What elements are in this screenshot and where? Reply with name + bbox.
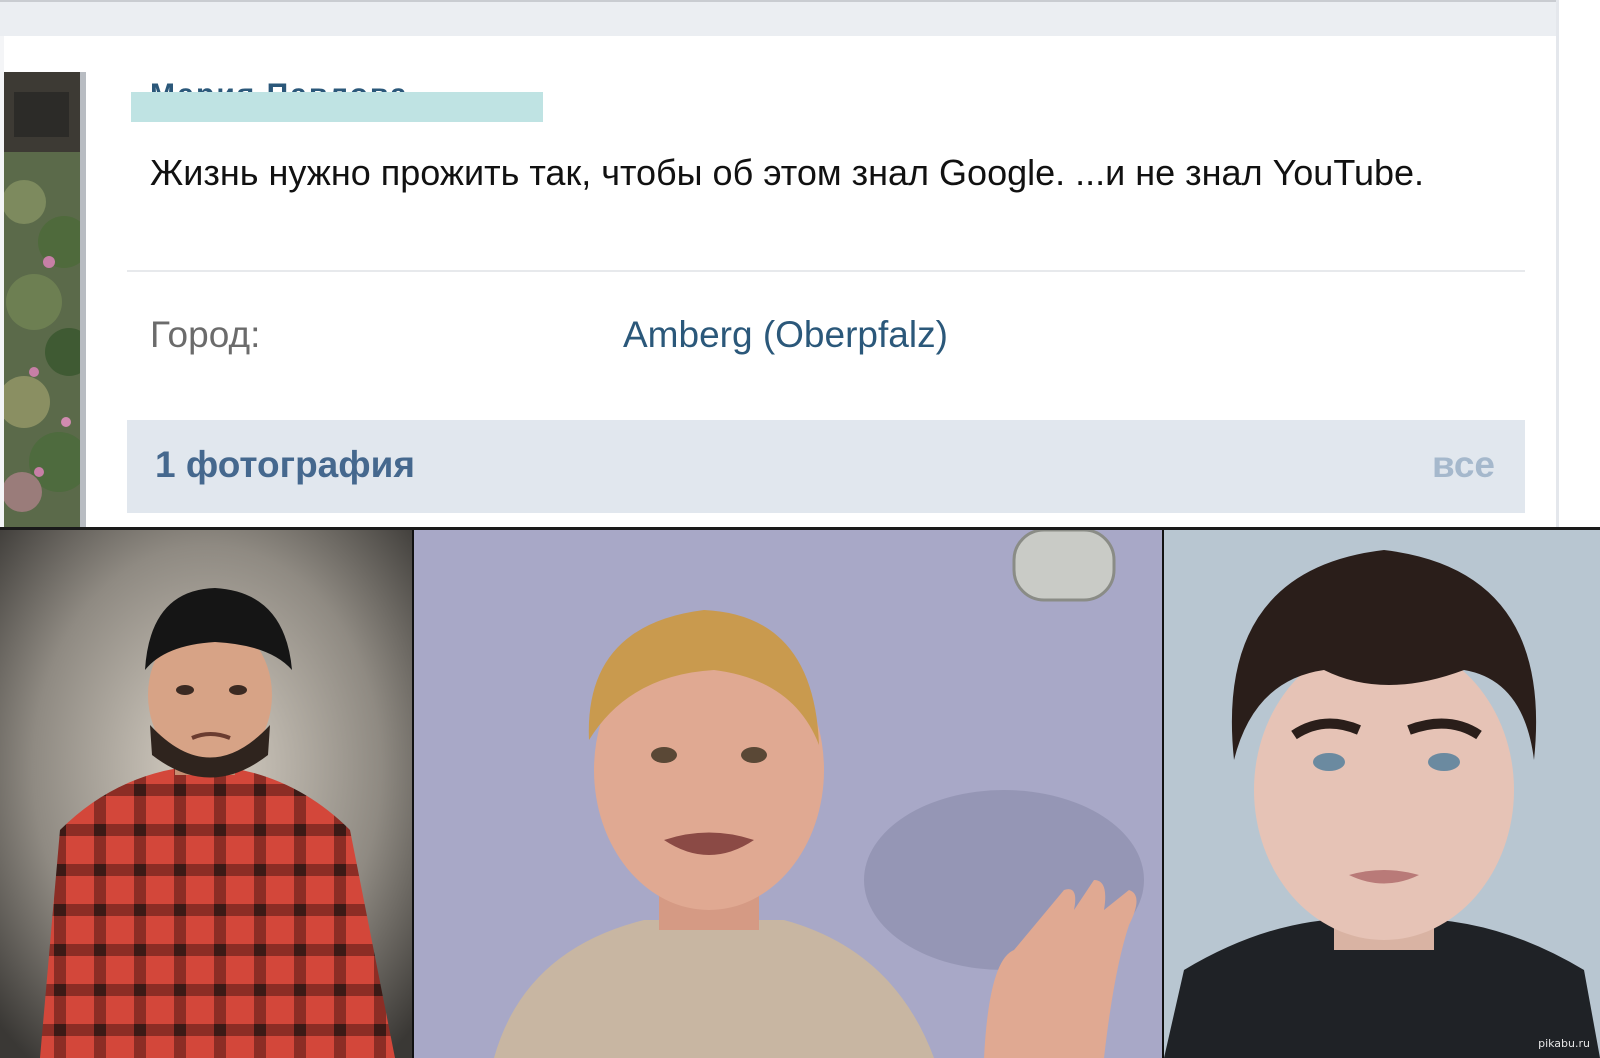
city-link[interactable]: Amberg (Oberpfalz)	[623, 314, 948, 356]
photos-all-link[interactable]: все	[1432, 444, 1495, 486]
photos-count-link[interactable]: 1 фотография	[155, 444, 415, 486]
page-right-border	[1556, 0, 1600, 527]
city-label: Город:	[150, 314, 261, 355]
divider	[127, 270, 1525, 272]
photos-section-header[interactable]: 1 фотография все	[127, 420, 1525, 513]
name-redaction-bar	[131, 92, 543, 122]
photo-man-beanie	[0, 530, 414, 1058]
top-strip	[0, 0, 1600, 36]
profile-panel: Мария Павлова Жизнь нужно прожить так, ч…	[0, 0, 1600, 527]
profile-name-wrap[interactable]: Мария Павлова	[131, 78, 610, 126]
profile-status: Жизнь нужно прожить так, чтобы об этом з…	[150, 152, 1425, 193]
top-border	[0, 0, 1600, 2]
photo-blond-man	[414, 530, 1164, 1058]
watermark: pikabu.ru	[1538, 1037, 1590, 1050]
avatar[interactable]	[4, 72, 86, 527]
photo-dark-hair-man	[1164, 530, 1600, 1058]
